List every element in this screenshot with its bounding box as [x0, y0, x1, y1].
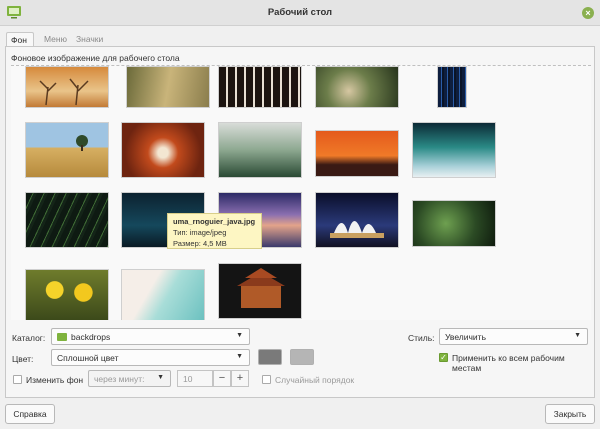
- style-label: Стиль:: [408, 333, 435, 343]
- wallpaper-thumbnail[interactable]: [121, 269, 205, 320]
- decrement-button[interactable]: −: [213, 370, 231, 387]
- secondary-color-button[interactable]: [290, 349, 314, 365]
- wallpaper-thumbnail[interactable]: [412, 122, 496, 178]
- background-panel: Фоновое изображение для рабочего стола u…: [5, 46, 595, 398]
- style-combo[interactable]: Увеличить ▼: [439, 328, 588, 345]
- color-mode-value: Сплошной цвет: [57, 353, 119, 363]
- chevron-down-icon: ▼: [236, 332, 243, 339]
- wallpaper-thumbnail[interactable]: [126, 66, 210, 108]
- wallpaper-thumbnail[interactable]: [121, 122, 205, 178]
- tab-background[interactable]: Фон: [6, 32, 34, 47]
- color-label: Цвет:: [12, 354, 34, 364]
- wallpaper-thumbnail[interactable]: [437, 66, 467, 108]
- interval-combo[interactable]: через минут: ▼: [88, 370, 171, 387]
- wallpaper-thumbnail[interactable]: [25, 66, 109, 108]
- chevron-down-icon: ▼: [157, 374, 164, 381]
- random-order-checkbox[interactable]: [262, 375, 271, 384]
- wallpaper-thumbnail[interactable]: [412, 200, 496, 247]
- gallery-label: Фоновое изображение для рабочего стола: [11, 53, 180, 63]
- catalog-combo[interactable]: backdrops ▼: [51, 328, 250, 345]
- increment-button[interactable]: +: [231, 370, 249, 387]
- catalog-label: Каталог:: [12, 333, 46, 343]
- style-value: Увеличить: [445, 332, 486, 342]
- wallpaper-thumbnail[interactable]: [315, 66, 399, 108]
- tooltip-size: Размер: 4,5 MB: [173, 239, 227, 248]
- wallpaper-thumbnail[interactable]: [315, 130, 399, 177]
- chevron-down-icon: ▼: [574, 332, 581, 339]
- wallpaper-thumbnail[interactable]: [218, 66, 302, 108]
- color-mode-combo[interactable]: Сплошной цвет ▼: [51, 349, 250, 366]
- tooltip-filename: uma_rnoguier_java.jpg: [173, 217, 256, 226]
- tab-menu[interactable]: Меню: [40, 32, 71, 47]
- wallpaper-thumbnail[interactable]: [25, 192, 109, 248]
- close-button[interactable]: Закрыть: [545, 404, 595, 424]
- chevron-down-icon: ▼: [236, 353, 243, 360]
- change-background-label: Изменить фон: [26, 375, 84, 385]
- file-tooltip: uma_rnoguier_java.jpg Тип: image/jpeg Ра…: [167, 213, 262, 249]
- apply-all-checkbox[interactable]: ✓: [439, 353, 448, 362]
- wallpaper-gallery[interactable]: [11, 65, 591, 320]
- interval-unit: через минут:: [94, 374, 145, 384]
- tab-icons[interactable]: Значки: [72, 32, 107, 47]
- wallpaper-thumbnail[interactable]: [218, 263, 302, 319]
- wallpaper-thumbnail[interactable]: [25, 122, 109, 178]
- catalog-value: backdrops: [71, 332, 111, 342]
- random-order-label: Случайный порядок: [275, 375, 355, 385]
- wallpaper-thumbnail[interactable]: [315, 192, 399, 248]
- primary-color-button[interactable]: [258, 349, 282, 365]
- close-window-icon[interactable]: ×: [582, 7, 594, 19]
- window-title: Рабочий стол: [267, 7, 333, 18]
- title-bar: Рабочий стол ×: [0, 0, 600, 26]
- change-background-checkbox[interactable]: [13, 375, 22, 384]
- interval-input[interactable]: 10: [177, 370, 213, 387]
- help-button[interactable]: Справка: [5, 404, 55, 424]
- tooltip-type: Тип: image/jpeg: [173, 228, 227, 237]
- wallpaper-thumbnail[interactable]: [218, 122, 302, 178]
- wallpaper-thumbnail[interactable]: [25, 269, 109, 320]
- apply-all-label: Применить ко всем рабочим местам: [452, 353, 565, 373]
- folder-icon: [57, 333, 67, 341]
